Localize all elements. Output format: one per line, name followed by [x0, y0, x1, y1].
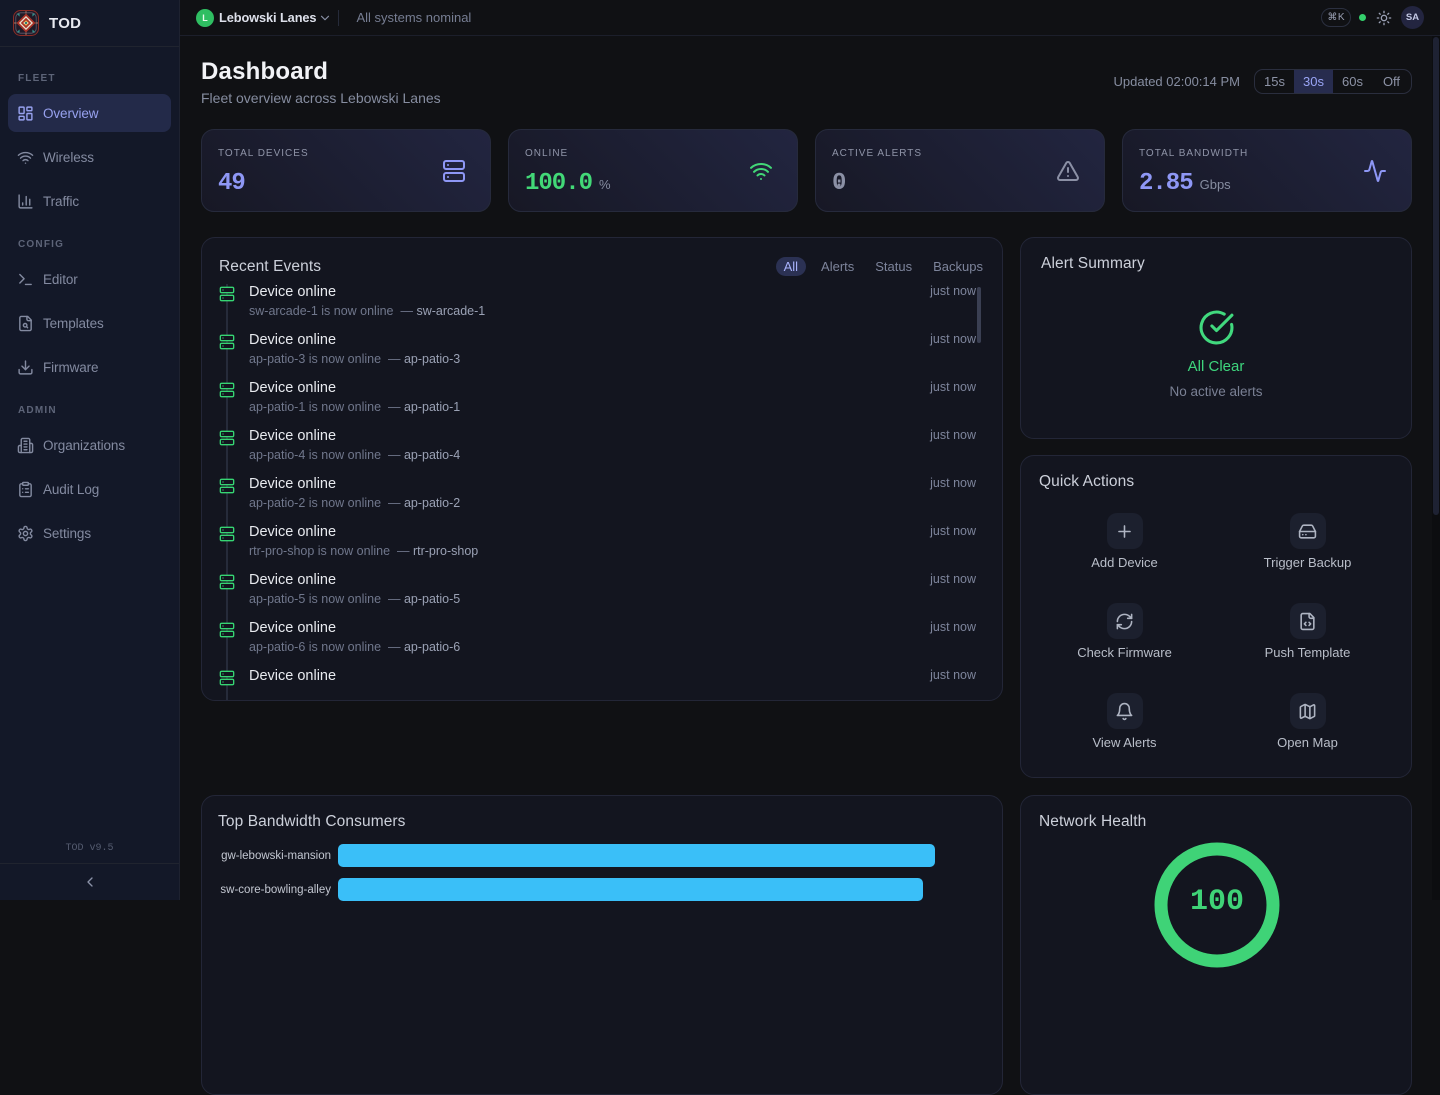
- svg-text:100: 100: [1190, 885, 1244, 919]
